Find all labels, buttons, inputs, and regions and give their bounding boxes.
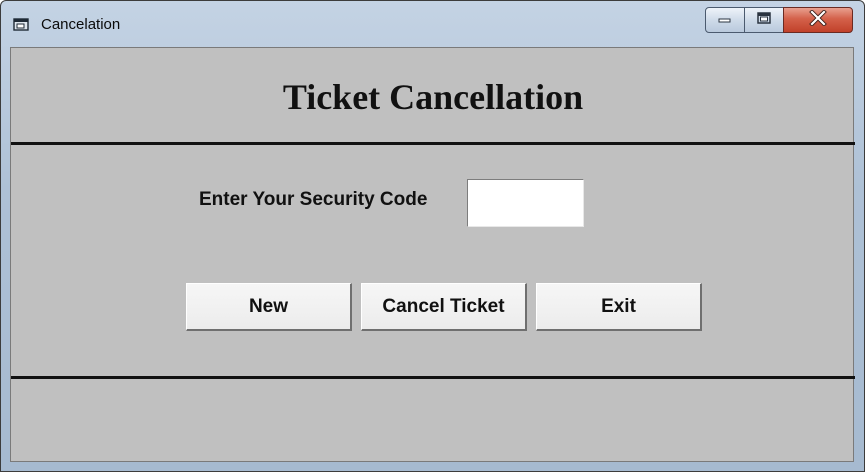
cancel-ticket-button[interactable]: Cancel Ticket: [361, 283, 527, 331]
app-window: Cancelation Ticket Cancellation Enter Yo…: [0, 0, 865, 472]
title-bar[interactable]: Cancelation: [1, 1, 864, 47]
page-title: Ticket Cancellation: [282, 77, 584, 117]
maximize-icon: [756, 11, 772, 30]
minimize-icon: [717, 11, 733, 29]
top-divider: [11, 142, 855, 145]
close-icon: [809, 8, 827, 31]
security-code-input[interactable]: [467, 179, 584, 227]
app-window-icon[interactable]: [13, 17, 31, 33]
minimize-button[interactable]: [705, 7, 745, 33]
new-button[interactable]: New: [186, 283, 352, 331]
close-button[interactable]: [783, 7, 853, 33]
form-client-area: Ticket Cancellation Enter Your Security …: [10, 47, 855, 462]
exit-button[interactable]: Exit: [536, 283, 702, 331]
maximize-button[interactable]: [744, 7, 784, 33]
window-title: Cancelation: [41, 16, 121, 33]
security-code-label: Enter Your Security Code: [199, 189, 428, 210]
bottom-divider: [11, 376, 855, 379]
